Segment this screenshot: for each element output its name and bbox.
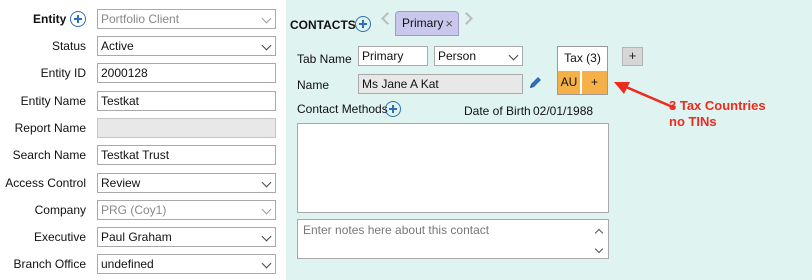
tax-header: Tax (3) — [564, 51, 601, 65]
executive-label: Executive — [33, 230, 86, 244]
add-tax-button[interactable]: + — [622, 47, 643, 66]
entity-name-input[interactable]: Testkat — [97, 91, 276, 111]
branch-office-select[interactable]: undefined — [97, 254, 276, 274]
add-entity-icon[interactable] — [70, 11, 86, 27]
contact-methods-list[interactable] — [297, 123, 609, 213]
dob-value: 02/01/1988 — [533, 104, 594, 118]
notes-placeholder: Enter notes here about this contact — [303, 223, 490, 237]
tax-country-au[interactable]: AU — [558, 71, 580, 94]
contact-type-select[interactable]: Person — [434, 46, 523, 66]
add-contact-method-icon[interactable] — [385, 101, 401, 117]
chevron-down-icon — [508, 50, 519, 61]
company-value: PRG (Coy1) — [101, 203, 167, 217]
name-input[interactable]: Ms Jane A Kat — [358, 74, 523, 94]
contacts-title: CONTACTS — [290, 18, 356, 32]
entity-title: Entity — [33, 12, 67, 26]
company-label: Company — [34, 203, 86, 217]
tab-name-label: Tab Name — [297, 52, 352, 66]
tab-primary-label: Primary — [402, 16, 444, 30]
executive-select[interactable]: Paul Graham — [97, 227, 276, 247]
notes-textarea[interactable]: Enter notes here about this contact — [297, 219, 609, 259]
access-control-value: Review — [101, 176, 141, 190]
chevron-down-icon — [261, 231, 272, 242]
company-select: PRG (Coy1) — [97, 200, 276, 220]
tax-box: Tax (3) AU + — [557, 46, 608, 95]
status-label: Status — [51, 39, 86, 53]
entity-type-value: Portfolio Client — [101, 12, 180, 26]
entity-type-select[interactable]: Portfolio Client — [97, 9, 276, 29]
contact-methods-label: Contact Methods — [297, 102, 388, 116]
branch-office-label: Branch Office — [13, 257, 86, 271]
status-select[interactable]: Active — [97, 36, 276, 56]
chevron-down-icon — [261, 177, 272, 188]
scroll-up-icon[interactable] — [594, 228, 604, 238]
executive-value: Paul Graham — [101, 230, 172, 244]
chevron-down-icon — [261, 40, 272, 51]
add-contact-icon[interactable] — [355, 16, 371, 32]
tab-primary[interactable]: Primary × — [395, 11, 459, 36]
dob-label: Date of Birth — [464, 104, 531, 118]
edit-pencil-icon[interactable] — [527, 75, 543, 91]
entity-id-label: Entity ID — [40, 66, 86, 80]
report-name-input — [97, 118, 276, 138]
chevron-down-icon — [261, 258, 272, 269]
scroll-down-icon[interactable] — [594, 244, 604, 254]
status-value: Active — [101, 39, 134, 53]
entity-id-input[interactable]: 2000128 — [97, 63, 276, 83]
entity-name-label: Entity Name — [20, 94, 86, 108]
access-control-label: Access Control — [5, 176, 86, 190]
contact-type-value: Person — [438, 49, 477, 63]
branch-office-value: undefined — [101, 257, 154, 271]
add-tax-country-button[interactable]: + — [582, 71, 607, 94]
report-name-label: Report Name — [14, 121, 86, 135]
search-name-label: Search Name — [12, 148, 86, 162]
search-name-input[interactable]: Testkat Trust — [97, 145, 276, 165]
tab-name-input[interactable]: Primary — [358, 46, 428, 66]
name-label: Name — [297, 78, 330, 92]
chevron-down-icon — [261, 13, 272, 24]
annotation-text: 3 Tax Countries no TINs — [669, 98, 766, 129]
chevron-down-icon — [261, 204, 272, 215]
close-icon[interactable]: × — [445, 12, 453, 35]
access-control-select[interactable]: Review — [97, 173, 276, 193]
